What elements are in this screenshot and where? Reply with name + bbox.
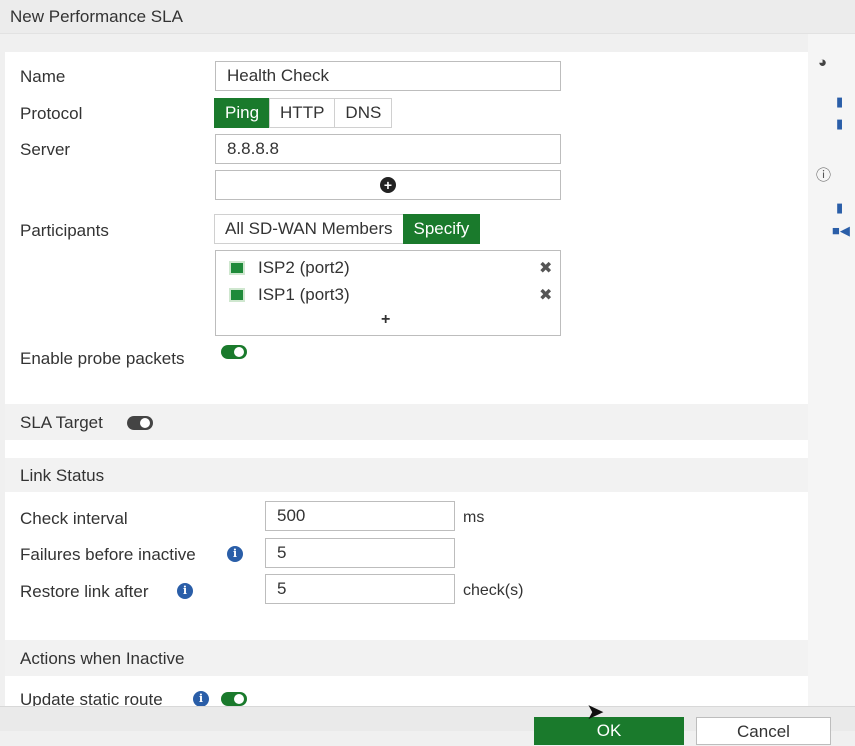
right-help-pane: ◕ ▮ ▮ ⓘ ▮ ■◀ xyxy=(808,34,855,712)
protocol-selector: Ping HTTP DNS xyxy=(214,98,393,128)
add-server-row[interactable]: + xyxy=(215,170,561,200)
member-name: ISP1 (port3) xyxy=(258,285,350,304)
check-interval-label: Check interval xyxy=(20,509,128,528)
participants-option-all[interactable]: All SD-WAN Members xyxy=(214,214,404,244)
check-interval-input[interactable]: 500 xyxy=(265,501,455,531)
book-icon[interactable]: ▮ xyxy=(836,94,843,110)
protocol-option-http[interactable]: HTTP xyxy=(269,98,336,128)
members-list: ISP2 (port2) ✖ ISP1 (port3) ✖ + xyxy=(215,250,561,336)
restore-label: Restore link after xyxy=(20,582,149,601)
actions-header: Actions when Inactive xyxy=(5,640,808,676)
interface-icon xyxy=(229,261,245,275)
participants-selector: All SD-WAN Members Specify xyxy=(214,214,481,244)
failures-input[interactable]: 5 xyxy=(265,538,455,568)
add-circle-icon[interactable]: + xyxy=(380,177,396,193)
restore-input[interactable]: 5 xyxy=(265,574,455,604)
server-input[interactable]: 8.8.8.8 xyxy=(215,134,561,164)
ok-button[interactable]: OK xyxy=(534,717,684,745)
member-name: ISP2 (port2) xyxy=(258,258,350,277)
link-status-header: Link Status xyxy=(5,458,808,492)
probe-toggle[interactable] xyxy=(221,345,247,359)
link-status-title: Link Status xyxy=(20,466,105,485)
probe-label: Enable probe packets xyxy=(20,349,185,368)
info-icon[interactable]: i xyxy=(193,691,209,707)
protocol-label: Protocol xyxy=(20,104,83,123)
book-icon[interactable]: ▮ xyxy=(836,200,843,216)
name-input[interactable]: Health Check xyxy=(215,61,561,91)
info-icon[interactable]: i xyxy=(227,546,243,562)
add-member-icon[interactable]: + xyxy=(381,311,390,329)
help-icon[interactable]: ⓘ xyxy=(816,164,831,185)
form-panel: Name Health Check Protocol Ping HTTP DNS… xyxy=(5,52,808,712)
name-label: Name xyxy=(20,67,66,86)
participants-option-specify[interactable]: Specify xyxy=(402,214,481,244)
remove-icon[interactable]: ✖ xyxy=(539,285,552,305)
sla-target-toggle[interactable] xyxy=(127,416,153,430)
book-icon[interactable]: ▮ xyxy=(836,116,843,132)
restore-unit: check(s) xyxy=(463,582,524,599)
cancel-button[interactable]: Cancel xyxy=(696,717,831,745)
sla-target-section: SLA Target xyxy=(5,404,808,440)
list-item[interactable]: ISP1 (port3) ✖ xyxy=(229,285,559,307)
dialog-title: New Performance SLA xyxy=(0,0,855,34)
protocol-option-ping[interactable]: Ping xyxy=(214,98,271,128)
dialog-footer: OK Cancel ➤ xyxy=(0,699,855,745)
failures-label: Failures before inactive xyxy=(20,545,196,564)
video-icon[interactable]: ■◀ xyxy=(832,223,850,239)
remove-icon[interactable]: ✖ xyxy=(539,258,552,278)
dashboard-icon[interactable]: ◕ xyxy=(818,54,827,71)
sla-target-label: SLA Target xyxy=(20,413,103,432)
participants-label: Participants xyxy=(20,221,109,240)
protocol-option-dns[interactable]: DNS xyxy=(334,98,393,128)
list-item[interactable]: ISP2 (port2) ✖ xyxy=(229,258,559,280)
update-static-route-toggle[interactable] xyxy=(221,692,247,706)
interface-icon xyxy=(229,288,245,302)
mouse-cursor-icon: ➤ xyxy=(586,699,605,724)
server-label: Server xyxy=(20,140,71,159)
info-icon[interactable]: i xyxy=(177,583,193,599)
check-interval-unit: ms xyxy=(463,509,485,526)
actions-title: Actions when Inactive xyxy=(20,649,185,668)
